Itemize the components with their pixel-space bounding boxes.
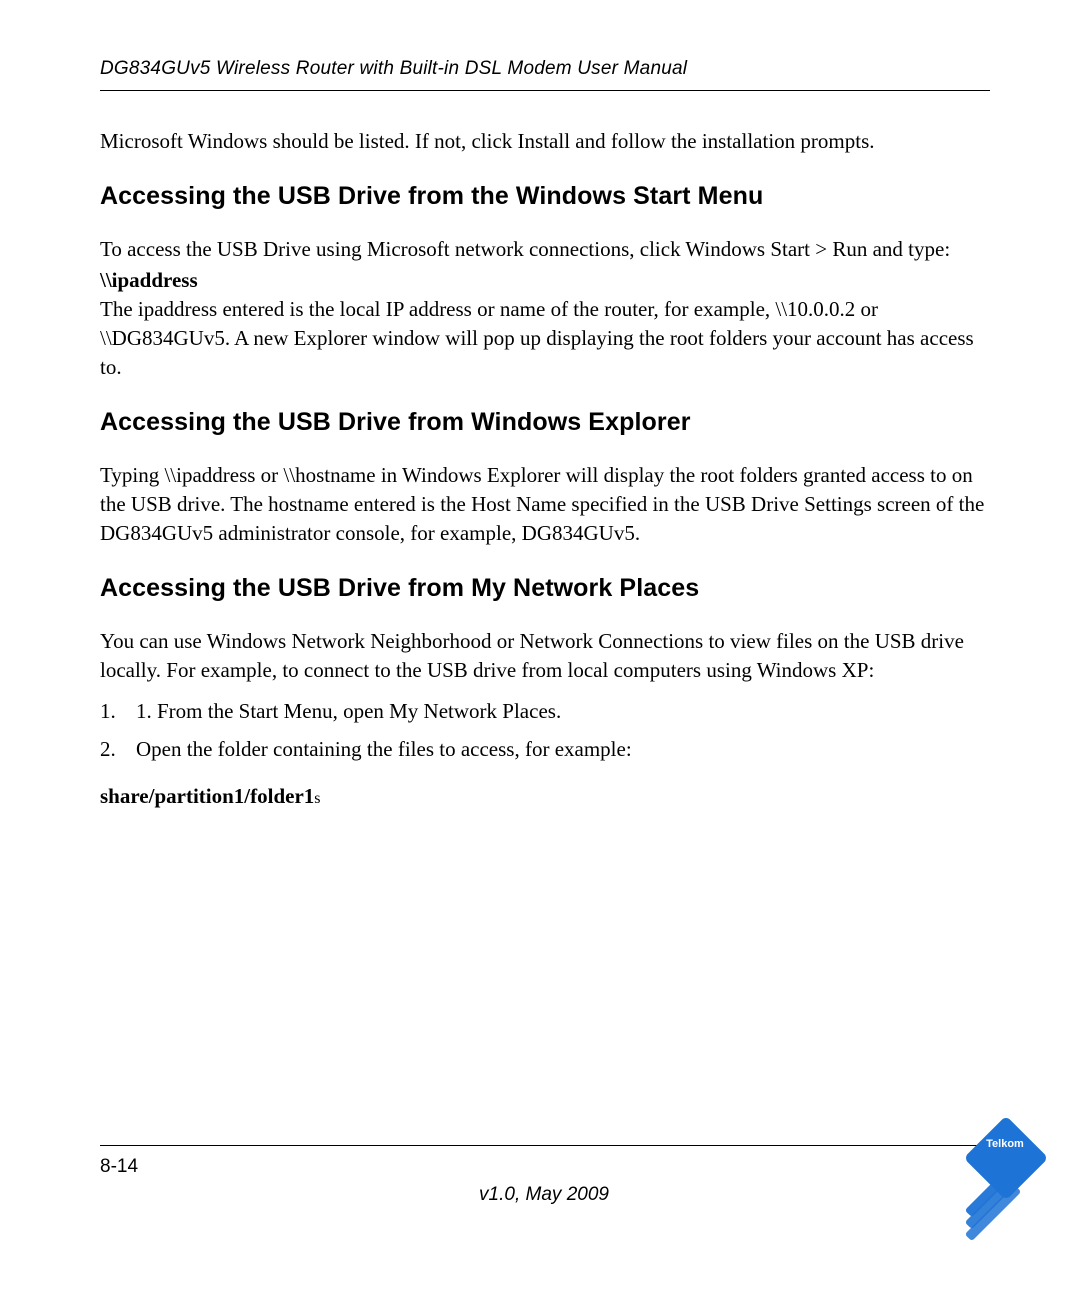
telkom-logo-icon: Telkom <box>956 1114 1046 1224</box>
s3-step-list: 1. 1. From the Start Menu, open My Netwo… <box>100 695 990 766</box>
step-text: 1. From the Start Menu, open My Network … <box>136 695 561 728</box>
s1-paragraph-2: The ipaddress entered is the local IP ad… <box>100 295 990 382</box>
section-heading-start-menu: Accessing the USB Drive from the Windows… <box>100 182 990 211</box>
list-item: 2. Open the folder containing the files … <box>100 733 990 766</box>
step-number: 1. <box>100 695 118 728</box>
section-heading-windows-explorer: Accessing the USB Drive from Windows Exp… <box>100 408 990 437</box>
share-path-suffix: s <box>314 790 320 807</box>
page-number: 8-14 <box>100 1156 138 1178</box>
running-header: DG834GUv5 Wireless Router with Built-in … <box>100 58 990 80</box>
s3-share-path: share/partition1/folder1s <box>100 784 990 809</box>
share-path-bold: share/partition1/folder1 <box>100 784 314 808</box>
s2-paragraph-1: Typing \\ipaddress or \\hostname in Wind… <box>100 461 990 548</box>
step-text: Open the folder containing the files to … <box>136 733 632 766</box>
step-number: 2. <box>100 733 118 766</box>
s1-paragraph-1: To access the USB Drive using Microsoft … <box>100 235 990 264</box>
page-footer: 8-14 v1.0, May 2009 <box>100 1145 990 1206</box>
s3-paragraph-1: You can use Windows Network Neighborhood… <box>100 627 990 685</box>
list-item: 1. 1. From the Start Menu, open My Netwo… <box>100 695 990 728</box>
footer-rule <box>100 1145 990 1146</box>
s1-code-ipaddress: \\ipaddress <box>100 266 990 295</box>
header-rule <box>100 90 990 91</box>
version-text: v1.0, May 2009 <box>138 1184 950 1206</box>
section-heading-network-places: Accessing the USB Drive from My Network … <box>100 574 990 603</box>
document-page: DG834GUv5 Wireless Router with Built-in … <box>0 0 1080 1296</box>
intro-paragraph: Microsoft Windows should be listed. If n… <box>100 127 990 156</box>
logo-label: Telkom <box>981 1138 1029 1150</box>
